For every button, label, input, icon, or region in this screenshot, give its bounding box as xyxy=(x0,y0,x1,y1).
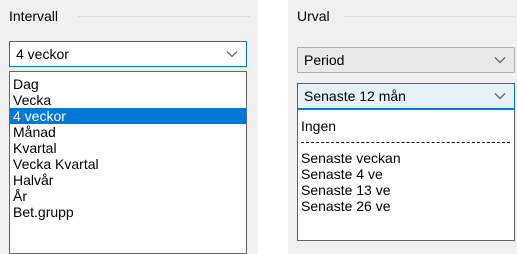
urval-period-combobox[interactable]: Period xyxy=(297,47,515,73)
intervall-option[interactable]: Kvartal xyxy=(10,140,246,156)
intervall-panel: Intervall 4 veckor Dag Vecka 4 veckor Månad… xyxy=(0,0,258,254)
urval-option[interactable]: Senaste 4 ve xyxy=(298,166,514,182)
urval-group-label: Urval xyxy=(297,8,333,24)
intervall-selected-value: 4 veckor xyxy=(16,46,69,62)
intervall-option[interactable]: Vecka Kvartal xyxy=(10,156,246,172)
intervall-combobox[interactable]: 4 veckor xyxy=(9,41,247,67)
group-box-line xyxy=(344,16,517,17)
intervall-group-label: Intervall xyxy=(9,8,62,24)
urval-period-value: Period xyxy=(304,52,345,68)
chevron-down-icon[interactable] xyxy=(226,50,238,58)
urval-range-combobox[interactable]: Senaste 12 mån xyxy=(297,83,515,109)
intervall-option[interactable]: Bet.grupp xyxy=(10,204,246,220)
intervall-option[interactable]: Vecka xyxy=(10,92,246,108)
intervall-option[interactable]: 4 veckor xyxy=(10,108,246,124)
intervall-dropdown-list[interactable]: Dag Vecka 4 veckor Månad Kvartal Vecka Kvarta… xyxy=(9,71,247,254)
list-separator xyxy=(298,134,514,150)
urval-option[interactable]: Senaste 13 ve xyxy=(298,182,514,198)
intervall-option[interactable]: Halvår xyxy=(10,172,246,188)
urval-range-value: Senaste 12 mån xyxy=(304,88,406,104)
group-box-line xyxy=(78,16,250,17)
intervall-option[interactable]: År xyxy=(10,188,246,204)
dashed-divider xyxy=(301,142,510,143)
intervall-option[interactable]: Dag xyxy=(10,76,246,92)
urval-option[interactable]: Ingen xyxy=(298,118,514,134)
urval-option[interactable]: Senaste veckan xyxy=(298,150,514,166)
chevron-down-icon[interactable] xyxy=(494,56,506,64)
intervall-option[interactable]: Månad xyxy=(10,124,246,140)
urval-dropdown-list[interactable]: Ingen Senaste veckan Senaste 4 ve Senaste 1… xyxy=(297,109,515,241)
urval-option[interactable]: Senaste 26 ve xyxy=(298,198,514,214)
chevron-down-icon[interactable] xyxy=(494,92,506,100)
urval-panel: Urval Period Senaste 12 mån Ingen Senaste… xyxy=(288,0,517,254)
